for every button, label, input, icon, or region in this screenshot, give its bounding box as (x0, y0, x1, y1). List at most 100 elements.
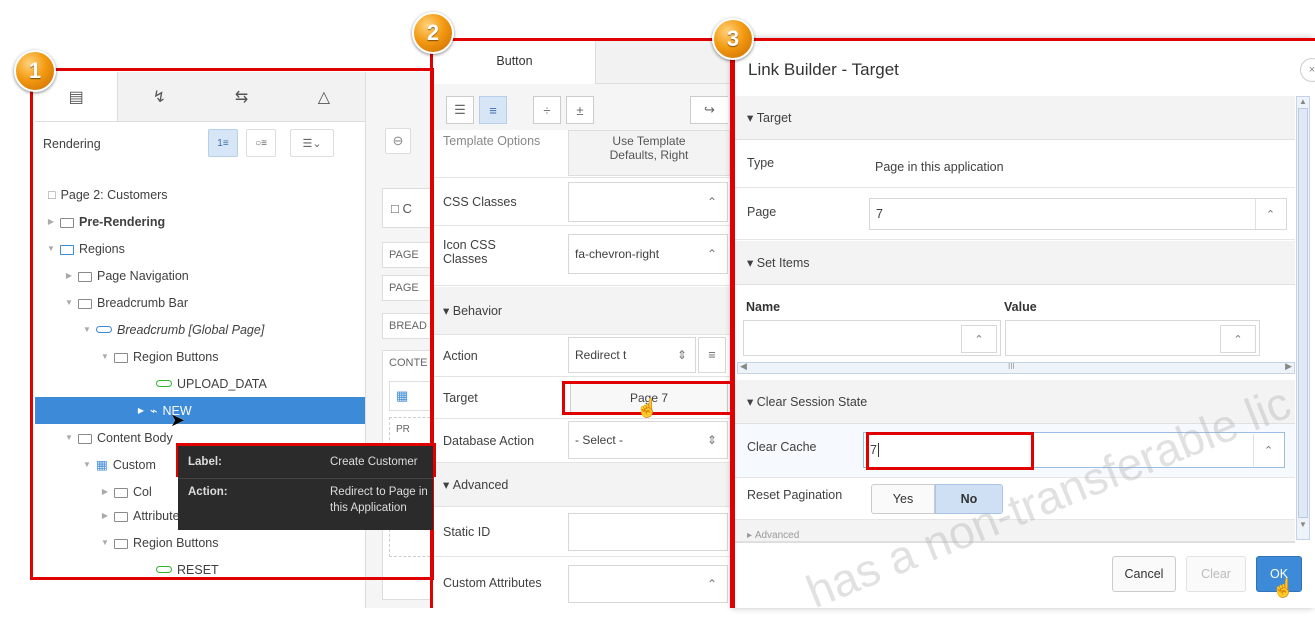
horizontal-scrollbar[interactable]: ◀ III ▶ (737, 361, 1295, 374)
tree-label: Region Buttons (133, 535, 219, 550)
database-action-select[interactable]: - Select - ⇕ (568, 421, 728, 459)
collapse-icon[interactable]: ▼ (81, 325, 93, 334)
collapse-icon[interactable]: ▼ (45, 244, 57, 253)
clear-cache-input[interactable]: 7 (863, 432, 1285, 468)
tree-node-page-navigation[interactable]: ▶ Page Navigation (35, 262, 365, 289)
property-static-id: Static ID (434, 507, 730, 557)
clear-button[interactable]: Clear (1186, 556, 1246, 592)
folder-open-icon (78, 298, 92, 309)
expand-icon[interactable]: ▶ (63, 271, 75, 280)
tree-node-region-buttons[interactable]: ▼ Region Buttons (35, 343, 365, 370)
section-advanced[interactable]: ▾ Advanced (434, 463, 730, 507)
expand-icon[interactable]: ▶ (99, 511, 111, 520)
chevron-up-icon[interactable]: ⌃ (1220, 325, 1256, 353)
reset-pagination-yes[interactable]: Yes (871, 484, 935, 514)
chevron-up-icon[interactable]: ⌃ (697, 566, 727, 602)
hand-pointer-icon: ☝ (1272, 578, 1295, 598)
property-target: Target Page 7 (434, 377, 730, 419)
section-title: Target (756, 110, 792, 125)
css-classes-label: CSS Classes (443, 194, 517, 209)
reset-pagination-label: Reset Pagination (747, 488, 843, 502)
expand-all-icon[interactable]: ± (566, 96, 594, 124)
tree-node-page[interactable]: □ Page 2: Customers (35, 181, 365, 208)
section-advanced-collapsed[interactable]: ▸ Advanced (735, 520, 1295, 542)
action-select[interactable]: Redirect t ⇕ (568, 337, 696, 373)
shapes-icon: △ (317, 88, 331, 106)
report-icon: ▦ (389, 381, 435, 411)
template-options-value-1: Use Template (612, 134, 686, 148)
static-id-input[interactable] (568, 513, 728, 551)
expand-icon[interactable]: ▶ (45, 217, 57, 226)
name-column-header: Name (746, 300, 781, 314)
scroll-down-icon[interactable]: ▼ (1297, 520, 1309, 529)
property-icon-css: Icon CSS Classes fa-chevron-right ⌃ (434, 226, 730, 286)
tree-node-breadcrumb-bar[interactable]: ▼ Breadcrumb Bar (35, 289, 365, 316)
step-badge-2: 2 (412, 12, 454, 54)
menu-dropdown-button[interactable]: ☰⌄ (290, 129, 334, 157)
lightning-icon: ↯ (152, 88, 167, 106)
list-icon[interactable]: ≡ (698, 337, 726, 373)
page-input[interactable]: 7 (869, 198, 1287, 230)
tree-label: UPLOAD_DATA (177, 376, 267, 391)
tree-node-breadcrumb[interactable]: ▼ Breadcrumb [Global Page] (35, 316, 365, 343)
collapse-icon: ▾ (747, 395, 757, 409)
chevron-up-icon[interactable]: ⌃ (961, 325, 997, 353)
button-icon: ⌁ (150, 404, 158, 418)
custom-attributes-input[interactable]: ⌃ (568, 565, 728, 603)
type-value: Page in this application (875, 160, 1004, 174)
icon-css-input[interactable]: fa-chevron-right ⌃ (568, 234, 728, 274)
collapse-icon[interactable]: ▼ (63, 433, 75, 442)
collapse-icon[interactable]: ▼ (99, 352, 111, 361)
static-id-label: Static ID (443, 524, 491, 539)
tooltip-action-key: Action: (188, 486, 228, 498)
zoom-out-icon[interactable]: ⊖ (385, 128, 411, 154)
tooltip-divider (178, 478, 433, 479)
clear-cache-label: Clear Cache (747, 440, 817, 454)
chevron-up-icon[interactable]: ⌃ (697, 235, 727, 273)
tooltip-action-value-2: this Application (330, 502, 407, 514)
tab-button[interactable]: Button (434, 38, 596, 84)
tree-node-new[interactable]: ▶ ⌁ NEW (35, 397, 365, 424)
cancel-button[interactable]: Cancel (1112, 556, 1176, 592)
chevron-up-icon[interactable]: ⌃ (1253, 434, 1283, 466)
go-to-group-icon[interactable]: ↪ (690, 96, 728, 124)
tree-label: Custom (112, 457, 156, 472)
section-set-items[interactable]: ▾ Set Items (735, 241, 1295, 285)
reset-pagination-no[interactable]: No (935, 484, 1003, 514)
tree-label: Content Body (97, 430, 173, 445)
scroll-up-icon[interactable]: ▲ (1297, 97, 1309, 106)
tab-processing[interactable]: ⇆ (201, 72, 283, 121)
css-classes-input[interactable]: ⌃ (568, 182, 728, 222)
collapse-icon: ▾ (443, 304, 453, 318)
scroll-left-icon[interactable]: ◀ (740, 361, 747, 372)
section-title: Advanced (452, 477, 509, 492)
tree-node-upload-data[interactable]: UPLOAD_DATA (35, 370, 365, 397)
scroll-thumb[interactable] (1298, 108, 1308, 518)
scroll-right-icon[interactable]: ▶ (1285, 361, 1292, 372)
tree-node-regions[interactable]: ▼ Regions (35, 235, 365, 262)
expand-icon[interactable]: ▶ (135, 406, 147, 415)
page-value: 7 (876, 207, 883, 221)
show-all-icon[interactable]: ≡ (479, 96, 507, 124)
tab-shared-components[interactable]: △ (283, 72, 365, 121)
tree-node-pre-rendering[interactable]: ▶ Pre-Rendering (35, 208, 365, 235)
collapse-all-icon[interactable]: ÷ (533, 96, 561, 124)
expand-icon[interactable]: ▶ (99, 487, 111, 496)
section-clear-session-state[interactable]: ▾ Clear Session State (735, 380, 1295, 424)
vertical-scrollbar[interactable]: ▲ ▼ (1296, 96, 1310, 540)
database-action-label: Database Action (443, 433, 535, 448)
tree-node-reset[interactable]: RESET (35, 556, 365, 583)
chevron-up-icon[interactable]: ⌃ (1255, 199, 1285, 229)
component-view-button[interactable]: 1≡ (208, 129, 238, 157)
show-common-icon[interactable]: ☰ (446, 96, 474, 124)
collapse-icon[interactable]: ▼ (81, 460, 93, 469)
chevron-up-icon[interactable]: ⌃ (697, 183, 727, 221)
section-target[interactable]: ▾ Target (735, 96, 1295, 140)
collapse-icon[interactable]: ▼ (63, 298, 75, 307)
collapse-icon[interactable]: ▼ (99, 538, 111, 547)
tab-dynamic-actions[interactable]: ↯ (118, 72, 200, 121)
execution-view-button[interactable]: ○≡ (246, 129, 276, 157)
section-behavior[interactable]: ▾ Behavior (434, 287, 730, 335)
tree-node-region-buttons-2[interactable]: ▼ Region Buttons (35, 529, 365, 556)
template-options-button[interactable]: Use Template Defaults, Right (568, 130, 730, 176)
